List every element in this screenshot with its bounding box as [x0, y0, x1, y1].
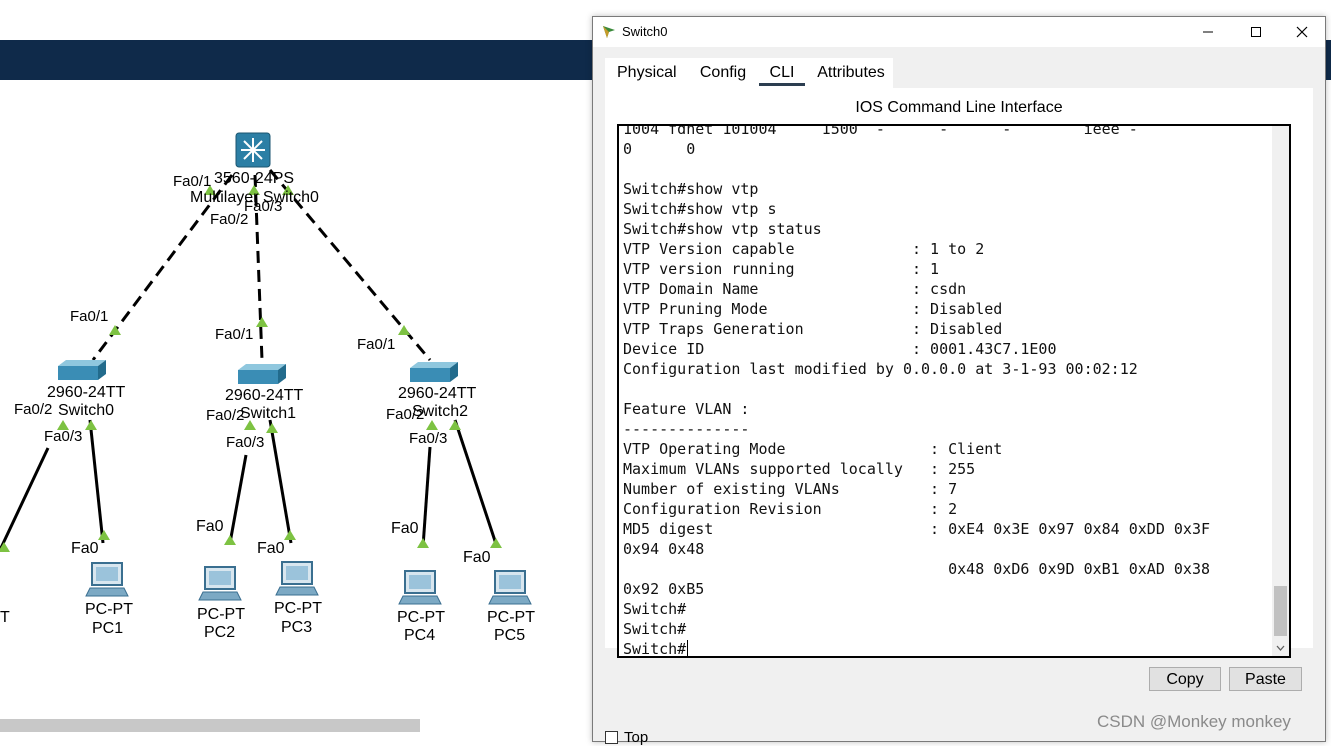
terminal-line: Number of existing VLANs : 7: [623, 480, 958, 498]
terminal-line: Switch#: [623, 640, 687, 658]
switch1-model-label: 2960-24TT: [225, 387, 303, 404]
tab-cli[interactable]: CLI: [755, 58, 809, 88]
copy-button[interactable]: Copy: [1149, 667, 1221, 691]
multilayer-model-label: 3560-24PS: [214, 170, 294, 187]
terminal-line: Maximum VLANs supported locally : 255: [623, 460, 976, 478]
terminal-line: VTP version running : 1: [623, 260, 940, 278]
pc4-port: Fa0: [391, 520, 419, 537]
mls-port-fa0-2: Fa0/2: [210, 211, 248, 228]
pc1-port: Fa0: [71, 540, 99, 557]
switch2-port-3: Fa0/3: [409, 430, 447, 447]
tab-attributes[interactable]: Attributes: [809, 58, 893, 88]
cli-terminal[interactable]: 1004 fdnet 101004 1500 - - - ieee - 0 0 …: [617, 124, 1291, 658]
horizontal-scrollbar[interactable]: [0, 719, 420, 732]
terminal-line: --------------: [623, 420, 750, 438]
device-window: Switch0 Physical Config CLI Attributes I…: [592, 16, 1326, 746]
terminal-line: Switch#show vtp: [623, 180, 759, 198]
switch0-port-3: Fa0/3: [44, 428, 82, 445]
terminal-line: 1004 fdnet 101004 1500 - - - ieee -: [623, 124, 1138, 138]
switch0-port-up: Fa0/1: [70, 308, 108, 325]
maximize-icon: [1251, 27, 1261, 37]
switch1-port-up: Fa0/1: [215, 326, 253, 343]
terminal-line: VTP Traps Generation : Disabled: [623, 320, 1003, 338]
terminal-line: Configuration Revision : 2: [623, 500, 958, 518]
terminal-line: Switch#: [623, 620, 687, 638]
terminal-line: VTP Operating Mode : Client: [623, 440, 1003, 458]
terminal-line: Switch#show vtp s: [623, 200, 777, 218]
terminal-scrollbar[interactable]: [1272, 126, 1289, 656]
scroll-down-button[interactable]: [1272, 639, 1289, 656]
pc5-port: Fa0: [463, 549, 491, 566]
terminal-line: VTP Version capable : 1 to 2: [623, 240, 985, 258]
switch1-icon[interactable]: [238, 364, 286, 384]
pc2-icon[interactable]: [198, 566, 242, 601]
pc3-icon[interactable]: [275, 561, 319, 596]
terminal-line: MD5 digest : 0xE4 0x3E 0x97 0x84 0xDD 0x…: [623, 520, 1210, 538]
pc5-name: PC5: [494, 627, 525, 644]
window-titlebar[interactable]: Switch0: [593, 17, 1325, 47]
mls-port-fa0-3: Fa0/3: [244, 198, 282, 215]
minimize-button[interactable]: [1185, 17, 1231, 47]
switch1-name-label: Switch1: [240, 405, 296, 422]
watermark: CSDN @Monkey monkey: [1097, 712, 1291, 731]
top-option: Top: [605, 728, 648, 746]
switch2-port-up: Fa0/1: [357, 336, 395, 353]
switch2-port-2: Fa0/2: [386, 406, 424, 423]
close-icon: [1296, 26, 1308, 38]
multilayer-switch-icon[interactable]: [235, 132, 271, 168]
pc2-port: Fa0: [196, 518, 224, 535]
terminal-line: Feature VLAN :: [623, 400, 750, 418]
switch0-port-2: Fa0/2: [14, 401, 52, 418]
pc1-name: PC1: [92, 620, 123, 637]
pc4-icon[interactable]: [398, 570, 442, 605]
pc3-name: PC3: [281, 619, 312, 636]
pc2-model: PC-PT: [197, 606, 245, 623]
switch1-port-3: Fa0/3: [226, 434, 264, 451]
switch2-model-label: 2960-24TT: [398, 385, 476, 402]
cut-off-device-label: T: [0, 609, 10, 626]
maximize-button[interactable]: [1233, 17, 1279, 47]
pc3-port: Fa0: [257, 540, 285, 557]
pc5-icon[interactable]: [488, 570, 532, 605]
close-button[interactable]: [1279, 17, 1325, 47]
terminal-line: 0x48 0xD6 0x9D 0xB1 0xAD 0x38: [623, 560, 1210, 578]
tab-physical[interactable]: Physical: [605, 58, 691, 88]
window-title: Switch0: [622, 24, 668, 39]
packet-tracer-app-icon: [603, 26, 615, 38]
mls-port-fa0-1: Fa0/1: [173, 173, 211, 190]
paste-button[interactable]: Paste: [1229, 667, 1302, 691]
pc1-icon[interactable]: [85, 562, 129, 597]
tab-config[interactable]: Config: [691, 58, 755, 88]
pc3-model: PC-PT: [274, 600, 322, 617]
chevron-down-icon: [1276, 645, 1285, 651]
active-tab-underline: [759, 83, 805, 86]
switch2-icon[interactable]: [410, 362, 458, 382]
terminal-line: Configuration last modified by 0.0.0.0 a…: [623, 360, 1138, 378]
terminal-line: Switch#show vtp status: [623, 220, 822, 238]
pc5-model: PC-PT: [487, 609, 535, 626]
pc2-name: PC2: [204, 624, 235, 641]
terminal-line: 0 0: [623, 140, 696, 158]
switch0-model-label: 2960-24TT: [47, 384, 125, 401]
pc1-model: PC-PT: [85, 601, 133, 618]
cli-heading: IOS Command Line Interface: [855, 99, 1063, 116]
terminal-line: Switch#: [623, 600, 687, 618]
terminal-line: 0x94 0x48: [623, 540, 705, 558]
scrollbar-thumb[interactable]: [1274, 586, 1287, 636]
terminal-output[interactable]: 1004 fdnet 101004 1500 - - - ieee - 0 0 …: [623, 124, 1210, 658]
minimize-icon: [1203, 31, 1213, 33]
pc4-model: PC-PT: [397, 609, 445, 626]
switch1-port-2: Fa0/2: [206, 407, 244, 424]
tab-cli-label: CLI: [769, 64, 795, 81]
text-cursor: ​: [687, 640, 689, 656]
top-label: Top: [624, 728, 649, 746]
terminal-line: 0x92 0xB5: [623, 580, 705, 598]
switch0-icon[interactable]: [58, 360, 106, 380]
terminal-line: VTP Domain Name : csdn: [623, 280, 967, 298]
pc4-name: PC4: [404, 627, 435, 644]
switch0-name-label: Switch0: [58, 402, 114, 419]
workspace-banner: [0, 40, 600, 80]
terminal-line: VTP Pruning Mode : Disabled: [623, 300, 1003, 318]
terminal-line: Device ID : 0001.43C7.1E00: [623, 340, 1057, 358]
